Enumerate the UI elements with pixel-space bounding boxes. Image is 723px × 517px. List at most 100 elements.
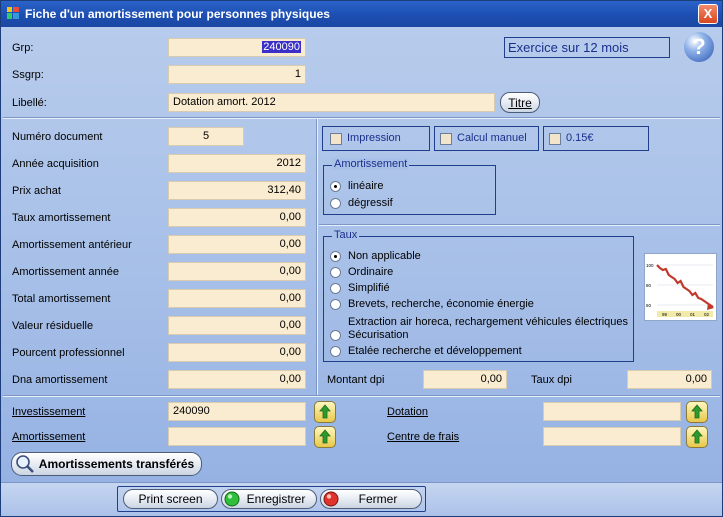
impression-checkbox[interactable] [330, 133, 342, 145]
print-screen-button[interactable]: Print screen [123, 489, 218, 509]
chart-y-tick: 80 [646, 283, 652, 288]
calcul-manuel-option[interactable]: Calcul manuel [434, 126, 539, 151]
fermer-button[interactable]: Fermer [320, 489, 422, 509]
magnifier-icon [16, 455, 34, 473]
divider-vertical [316, 119, 318, 395]
dotation-label: Dotation [387, 406, 428, 418]
investissement-lookup-button[interactable] [314, 401, 336, 423]
calcul-manuel-checkbox[interactable] [440, 133, 452, 145]
taux-group-title: Taux [332, 229, 360, 241]
chart-svg: 100 80 60 99 00 01 02 [646, 263, 714, 317]
save-button[interactable]: Enregistrer [221, 489, 317, 509]
window-title: Fiche d'un amortissement pour personnes … [25, 7, 330, 21]
calcul-manuel-label: Calcul manuel [457, 132, 527, 144]
amortissement-window: Fiche d'un amortissement pour personnes … [0, 0, 723, 517]
radio-label: Etalée recherche et développement [348, 345, 522, 357]
footer-bar: Print screen Enregistrer Fermer [1, 482, 722, 516]
field-label: Amortissement année [12, 266, 119, 278]
radio-label: Non applicable [348, 250, 421, 262]
total-amortissement-input[interactable]: 0,00 [168, 289, 306, 308]
save-label: Enregistrer [246, 492, 306, 506]
chart-x-tick: 02 [704, 312, 710, 317]
field-label: Taux amortissement [12, 212, 111, 224]
help-glyph: ? [692, 34, 706, 59]
dna-amortissement-input[interactable]: 0,00 [168, 370, 306, 389]
radio-degressif[interactable] [330, 198, 341, 209]
amortissement-group: Amortissement linéaire dégressif [323, 158, 496, 215]
numero-document-input[interactable]: 5 [168, 127, 244, 146]
field-label: Amortissement antérieur [12, 239, 132, 251]
amortissement-lookup-label: Amortissement [12, 431, 86, 443]
titre-button-label: Titre [508, 96, 532, 110]
arrow-up-icon [691, 404, 703, 419]
arrow-up-icon [319, 404, 331, 419]
radio-etalee[interactable] [330, 346, 341, 357]
exercice-box: Exercice sur 12 mois [504, 37, 670, 58]
field-label: Numéro document [12, 131, 103, 143]
title-bar[interactable]: Fiche d'un amortissement pour personnes … [1, 1, 722, 27]
radio-brevets[interactable] [330, 299, 341, 310]
ssgrp-input[interactable]: 1 [168, 65, 306, 84]
radio-label: Extraction air horeca, rechargement véhi… [348, 316, 629, 328]
chart-y-tick: 100 [646, 263, 654, 268]
fermer-label: Fermer [358, 492, 398, 506]
radio-degressif-label: dégressif [348, 197, 393, 209]
taux-amortissement-input[interactable]: 0,00 [168, 208, 306, 227]
radio-label: Simplifié [348, 282, 390, 294]
field-label: Dna amortissement [12, 374, 108, 386]
radio-lineaire-label: linéaire [348, 180, 384, 192]
ssgrp-label: Ssgrp: [12, 69, 44, 81]
amortissement-anterieur-input[interactable]: 0,00 [168, 235, 306, 254]
centre-frais-lookup-button[interactable] [686, 426, 708, 448]
impression-option[interactable]: Impression [322, 126, 430, 151]
centre-frais-input[interactable] [543, 427, 681, 446]
chart-x-tick: 01 [690, 312, 696, 317]
taux-dpi-input[interactable]: 0,00 [627, 370, 712, 389]
dotation-input[interactable] [543, 402, 681, 421]
transferes-label: Amortissements transférés [38, 457, 195, 471]
exercice-text: Exercice sur 12 mois [508, 40, 629, 55]
chart-x-tick: 00 [676, 312, 682, 317]
divider-top [3, 117, 720, 119]
field-label: Valeur résiduelle [12, 320, 94, 332]
amortissement-lookup-input[interactable] [168, 427, 306, 446]
titre-button[interactable]: Titre [500, 92, 540, 113]
chart-y-tick: 60 [646, 303, 652, 308]
divider-bottom [3, 395, 720, 397]
pourcent-professionnel-input[interactable]: 0,00 [168, 343, 306, 362]
depreciation-chart: 100 80 60 99 00 01 02 [644, 253, 717, 321]
dotation-lookup-button[interactable] [686, 401, 708, 423]
field-label: Pourcent professionnel [12, 347, 125, 359]
amortissements-transferes-button[interactable]: Amortissements transférés [11, 452, 202, 476]
close-window-button[interactable]: X [698, 4, 718, 24]
annee-acquisition-input[interactable]: 2012 [168, 154, 306, 173]
investissement-input[interactable]: 240090 [168, 402, 306, 421]
divider-mid [319, 224, 720, 226]
radio-label: Sécurisation [348, 329, 409, 341]
cents-option[interactable]: 0.15€ [543, 126, 649, 151]
prix-achat-input[interactable]: 312,40 [168, 181, 306, 200]
field-label: Prix achat [12, 185, 61, 197]
montant-dpi-input[interactable]: 0,00 [423, 370, 507, 389]
green-light-icon [224, 491, 240, 507]
grp-label: Grp: [12, 42, 34, 54]
radio-ordinaire[interactable] [330, 267, 341, 278]
radio-securisation[interactable] [330, 330, 341, 341]
montant-dpi-label: Montant dpi [327, 374, 385, 386]
radio-label: Ordinaire [348, 266, 394, 278]
radio-lineaire[interactable] [330, 181, 341, 192]
radio-label: Brevets, recherche, économie énergie [348, 298, 534, 310]
libelle-input[interactable]: Dotation amort. 2012 [168, 93, 495, 112]
amortissement-annee-input[interactable]: 0,00 [168, 262, 306, 281]
cents-checkbox[interactable] [549, 133, 561, 145]
radio-simplifie[interactable] [330, 283, 341, 294]
taux-group: Taux Non applicable Ordinaire Simplifié … [323, 229, 634, 362]
amortissement-lookup-button[interactable] [314, 426, 336, 448]
valeur-residuelle-input[interactable]: 0,00 [168, 316, 306, 335]
red-light-icon [323, 491, 339, 507]
app-icon [7, 7, 19, 19]
radio-non-applicable[interactable] [330, 251, 341, 262]
help-icon[interactable]: ? [684, 32, 714, 62]
grp-input[interactable]: 240090 [168, 38, 306, 57]
arrow-up-icon [691, 429, 703, 444]
